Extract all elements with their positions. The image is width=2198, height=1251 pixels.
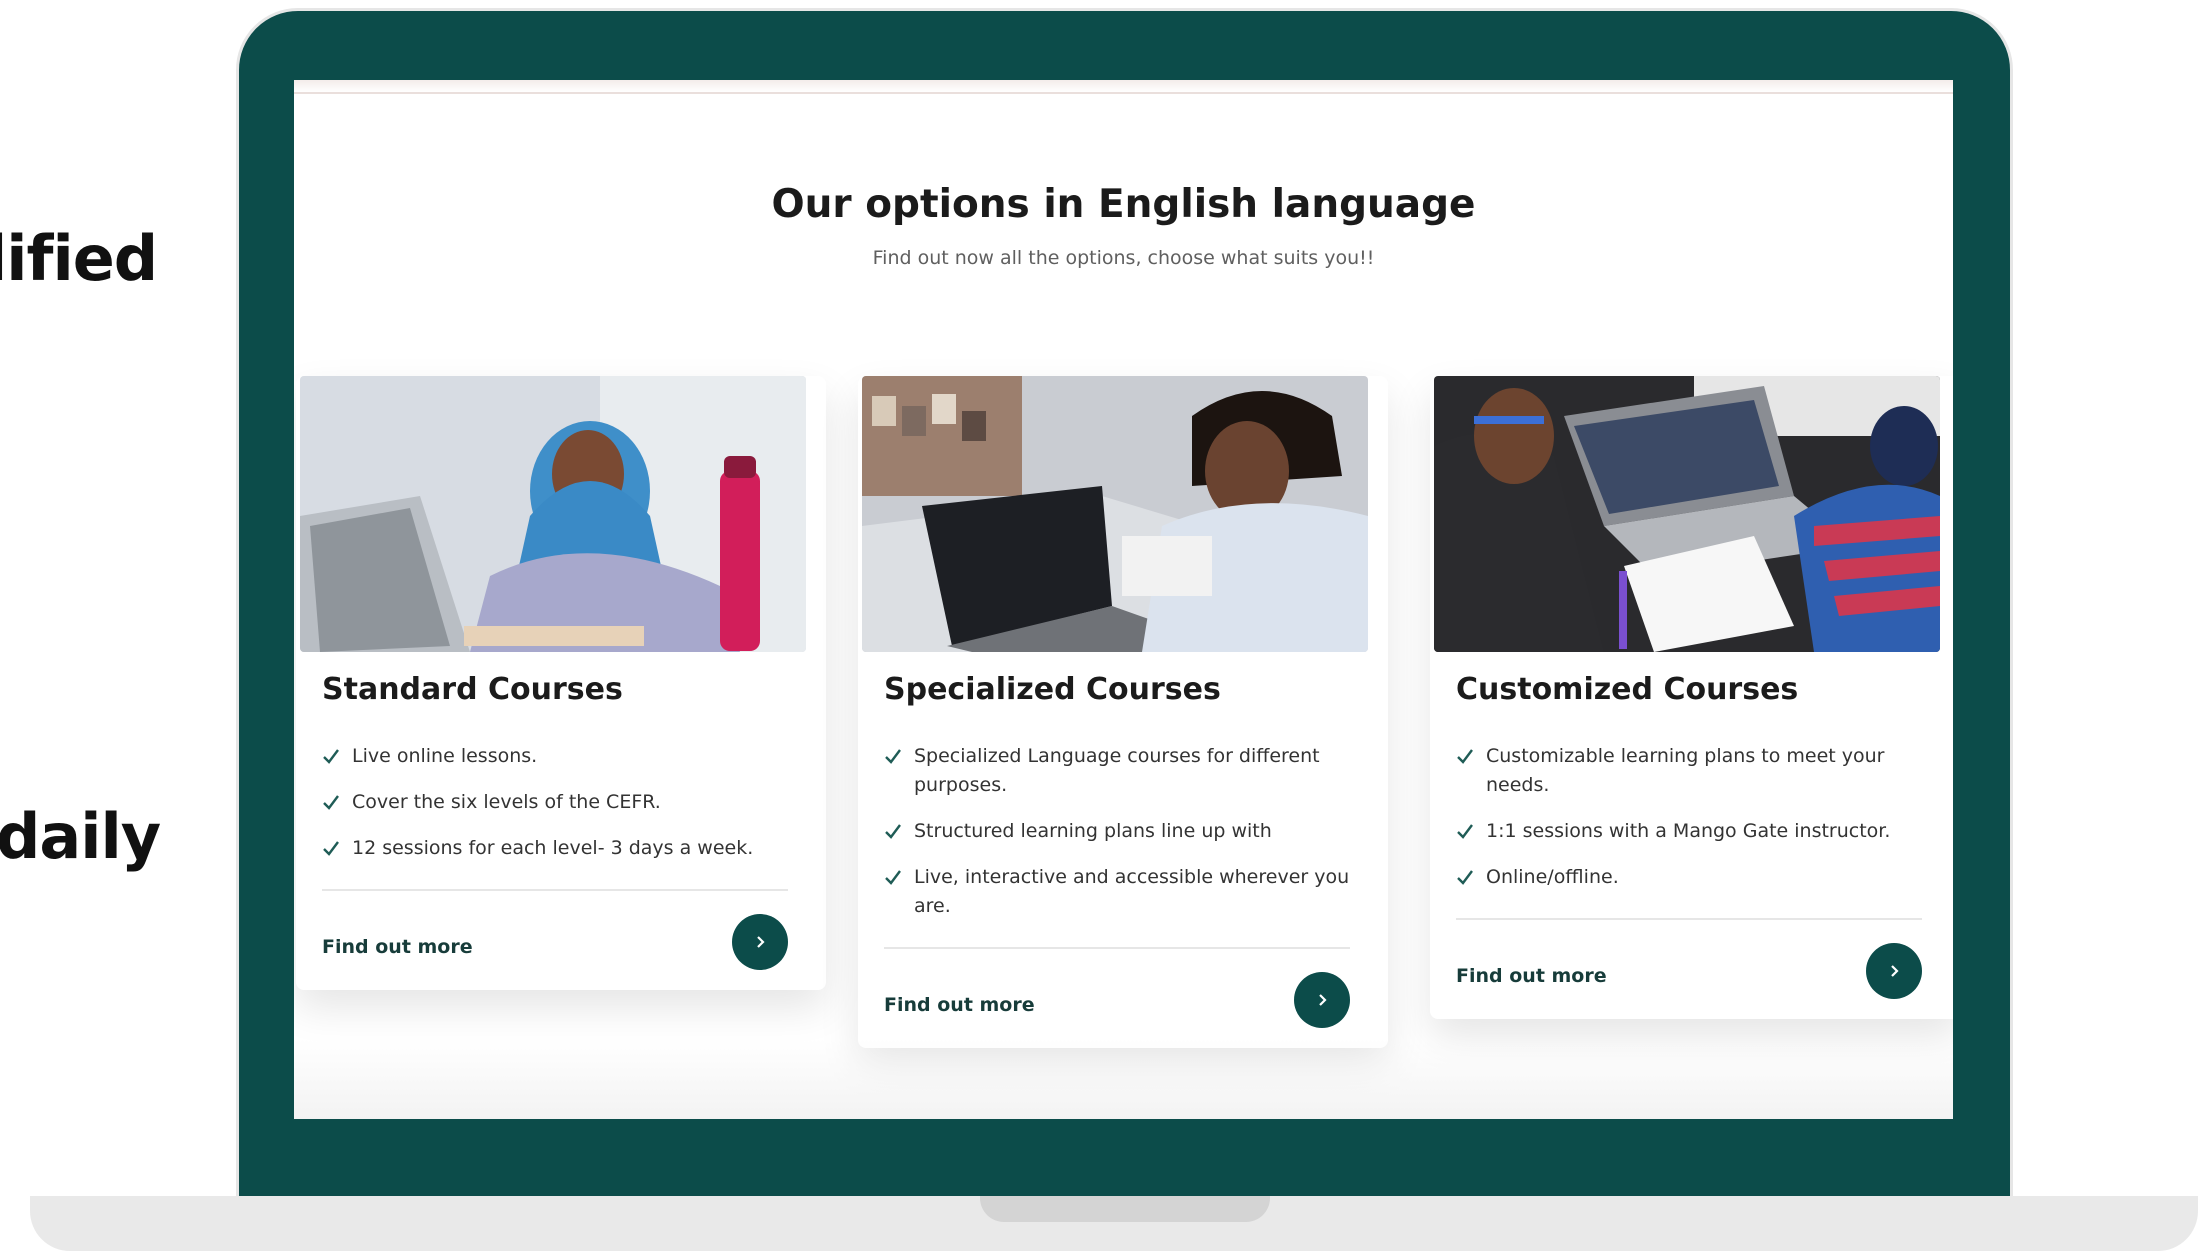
find-out-more-link[interactable]: Find out more [884,994,1035,1016]
browser-top-edge [294,80,1953,94]
laptop-screen: Our options in English language Find out… [294,80,1953,1119]
feature-text: 12 sessions for each level- 3 days a wee… [352,837,754,859]
page-title: Our options in English language [771,182,1476,227]
feature-text: Live, interactive and accessible whereve… [914,866,1350,917]
next-button[interactable] [732,914,788,970]
feature-text: Live online lessons. [352,745,538,767]
find-out-more-link[interactable]: Find out more [1456,965,1607,987]
course-title: Customized Courses [1456,672,1799,707]
feature-item: Live online lessons. [322,742,788,771]
feature-text: Specialized Language courses for differe… [914,745,1320,796]
chevron-right-icon [1319,994,1327,1006]
course-photo-specialized [862,376,1368,652]
course-card-standard: Standard Courses Live online lessons. Co… [296,376,826,990]
check-icon [885,870,901,885]
course-card-specialized: Specialized Courses Specialized Language… [858,376,1388,1048]
course-photo-customized [1434,376,1940,652]
chevron-right-icon [757,936,765,948]
course-photo-standard [300,376,806,652]
check-icon [323,795,339,810]
feature-text: Online/offline. [1486,866,1619,888]
screen-bottom-fade [294,1039,1953,1119]
course-title: Standard Courses [322,672,623,707]
next-button[interactable] [1294,972,1350,1028]
check-icon [1457,749,1473,764]
laptop-notch [980,1196,1270,1222]
check-icon [885,824,901,839]
check-icon [323,841,339,856]
check-icon [1457,824,1473,839]
find-out-more-link[interactable]: Find out more [322,936,473,958]
card-divider [884,947,1350,949]
feature-item: Cover the six levels of the CEFR. [322,788,788,817]
feature-item: Online/offline. [1456,863,1922,892]
feature-list: Live online lessons. Cover the six level… [322,742,788,880]
card-divider [322,889,788,891]
page-subtitle: Find out now all the options, choose wha… [872,247,1375,269]
check-icon [323,749,339,764]
feature-text: Customizable learning plans to meet your… [1486,745,1885,796]
card-divider [1456,918,1922,920]
feature-item: Structured learning plans line up with [884,817,1350,846]
marketing-slide: lified daily Our options in English lang… [0,0,2198,1251]
cropped-side-text-upper: lified [0,222,158,295]
feature-item: 12 sessions for each level- 3 days a wee… [322,834,788,863]
feature-item: Live, interactive and accessible whereve… [884,863,1350,921]
feature-item: Customizable learning plans to meet your… [1456,742,1922,800]
check-icon [1457,870,1473,885]
cropped-side-text-lower: daily [0,800,161,873]
course-card-customized: Customized Courses Customizable learning… [1430,376,1953,1019]
feature-list: Customizable learning plans to meet your… [1456,742,1922,909]
feature-list: Specialized Language courses for differe… [884,742,1350,938]
feature-text: Structured learning plans line up with [914,820,1272,842]
feature-text: 1:1 sessions with a Mango Gate instructo… [1486,820,1891,842]
feature-item: Specialized Language courses for differe… [884,742,1350,800]
feature-text: Cover the six levels of the CEFR. [352,791,661,813]
next-button[interactable] [1866,943,1922,999]
check-icon [885,749,901,764]
feature-item: 1:1 sessions with a Mango Gate instructo… [1456,817,1922,846]
chevron-right-icon [1891,965,1899,977]
course-title: Specialized Courses [884,672,1221,707]
